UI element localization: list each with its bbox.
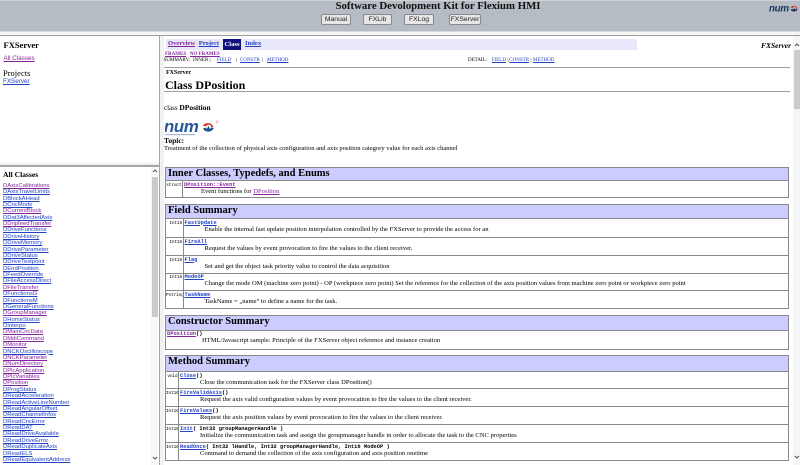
svg-text:®: ® — [216, 120, 219, 125]
svg-text:num: num — [769, 3, 789, 14]
svg-text:num: num — [165, 119, 199, 136]
